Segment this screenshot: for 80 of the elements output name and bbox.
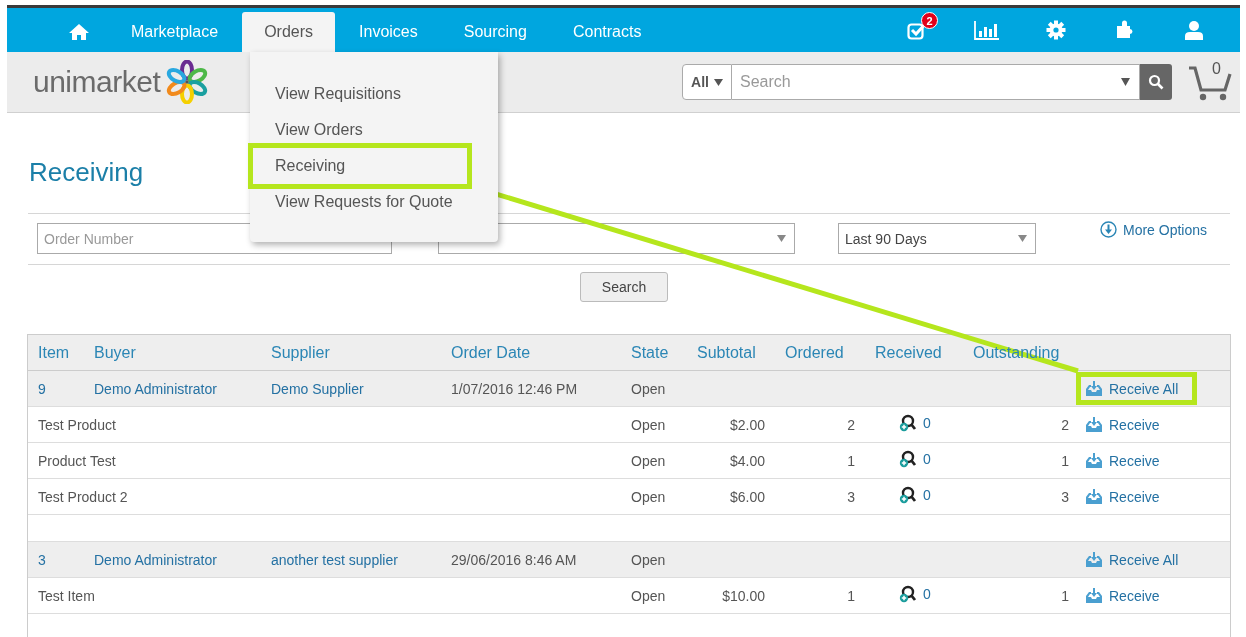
state-cell: Open [621,478,687,515]
more-options-link[interactable]: More Options [1100,221,1208,238]
outstanding-cell: 1 [963,577,1075,614]
puzzle-icon[interactable] [1114,20,1135,40]
search-field[interactable]: Search [732,64,1140,100]
outstanding-cell: 2 [963,406,1075,443]
received-link[interactable]: 0 [899,486,931,504]
caret-icon[interactable] [1121,78,1130,86]
column-header[interactable]: Supplier [271,343,330,361]
subtotal-cell: $4.00 [687,442,775,479]
supplier-link[interactable]: another test supplier [261,541,441,578]
ordered-cell: 1 [775,442,865,479]
cart-count: 0 [1212,60,1221,78]
nav-tab[interactable]: Contracts [550,12,664,52]
state-cell: Open [621,370,687,407]
ordered-cell: 2 [775,406,865,443]
received-link[interactable]: 0 [899,450,931,468]
caret-icon [1018,235,1027,242]
magnifier-plus-icon [899,450,917,468]
period-dropdown[interactable]: Last 90 Days [838,223,1036,254]
menu-item[interactable]: Receiving [248,143,472,189]
inbox-download-icon [1085,551,1103,568]
nav-tab[interactable]: Orders [242,12,336,52]
home-icon [68,23,90,41]
nav-tab[interactable]: Sourcing [441,12,549,52]
receive-link[interactable]: Receive [1076,409,1169,440]
caret-icon [713,78,723,86]
nav-tab[interactable]: Invoices [337,12,440,52]
receive-link[interactable]: Receive [1076,481,1169,512]
logo-wordmark: unimarket [33,65,161,99]
subtotal-cell: $6.00 [687,478,775,515]
ordered-cell: 3 [775,478,865,515]
down-arrow-circle-icon [1100,221,1117,238]
receive-all-link[interactable]: Receive All [1076,372,1198,405]
outstanding-cell: 1 [963,442,1075,479]
inbox-download-icon [1085,587,1103,604]
notification-badge: 2 [921,12,938,29]
magnifier-plus-icon [899,486,917,504]
subtotal-cell: $10.00 [687,577,775,614]
user-icon[interactable] [1183,20,1204,40]
order-link[interactable]: 9 [28,370,84,407]
product-cell: Test Product [28,406,621,443]
scope-dropdown[interactable]: All [682,64,732,100]
product-cell: Product Test [28,442,621,479]
receive-link[interactable]: Receive [1076,445,1169,476]
column-header[interactable]: Buyer [94,343,136,361]
receive-link[interactable]: Receive [1076,580,1169,611]
product-cell: Test Item [28,577,621,614]
search-button[interactable]: Search [580,272,668,302]
inbox-download-icon [1085,452,1103,469]
received-link[interactable]: 0 [899,585,931,603]
inbox-download-icon [1085,416,1103,433]
magnifier-plus-icon [899,414,917,432]
buyer-link[interactable]: Demo Administrator [84,370,261,407]
buyer-link[interactable]: Demo Administrator [84,541,261,578]
received-link[interactable]: 0 [899,414,931,432]
state-cell: Open [621,541,687,578]
state-cell: Open [621,577,687,614]
bar-chart-icon[interactable] [973,20,1000,40]
order-date-cell: 29/06/2016 8:46 AM [441,541,621,578]
caret-icon [777,235,786,242]
settings-icon[interactable] [1045,20,1066,40]
state-cell: Open [621,406,687,443]
menu-item[interactable]: View Requisitions [250,76,498,112]
page-title: Receiving [29,157,144,187]
nav-tab[interactable]: Marketplace [109,12,241,52]
magnifier-plus-icon [899,585,917,603]
flower-logo-icon [166,60,209,104]
search-icon [1148,74,1164,90]
order-link[interactable]: 3 [28,541,84,578]
ordered-cell: 1 [775,577,865,614]
search-button[interactable] [1140,64,1172,100]
state-cell: Open [621,442,687,479]
inbox-download-icon [1085,488,1103,505]
subtotal-cell: $2.00 [687,406,775,443]
supplier-link[interactable]: Demo Supplier [261,370,441,407]
inbox-download-icon [1085,380,1103,397]
product-cell: Test Product 2 [28,478,621,515]
outstanding-cell: 3 [963,478,1075,515]
order-date-cell: 1/07/2016 12:46 PM [441,370,621,407]
